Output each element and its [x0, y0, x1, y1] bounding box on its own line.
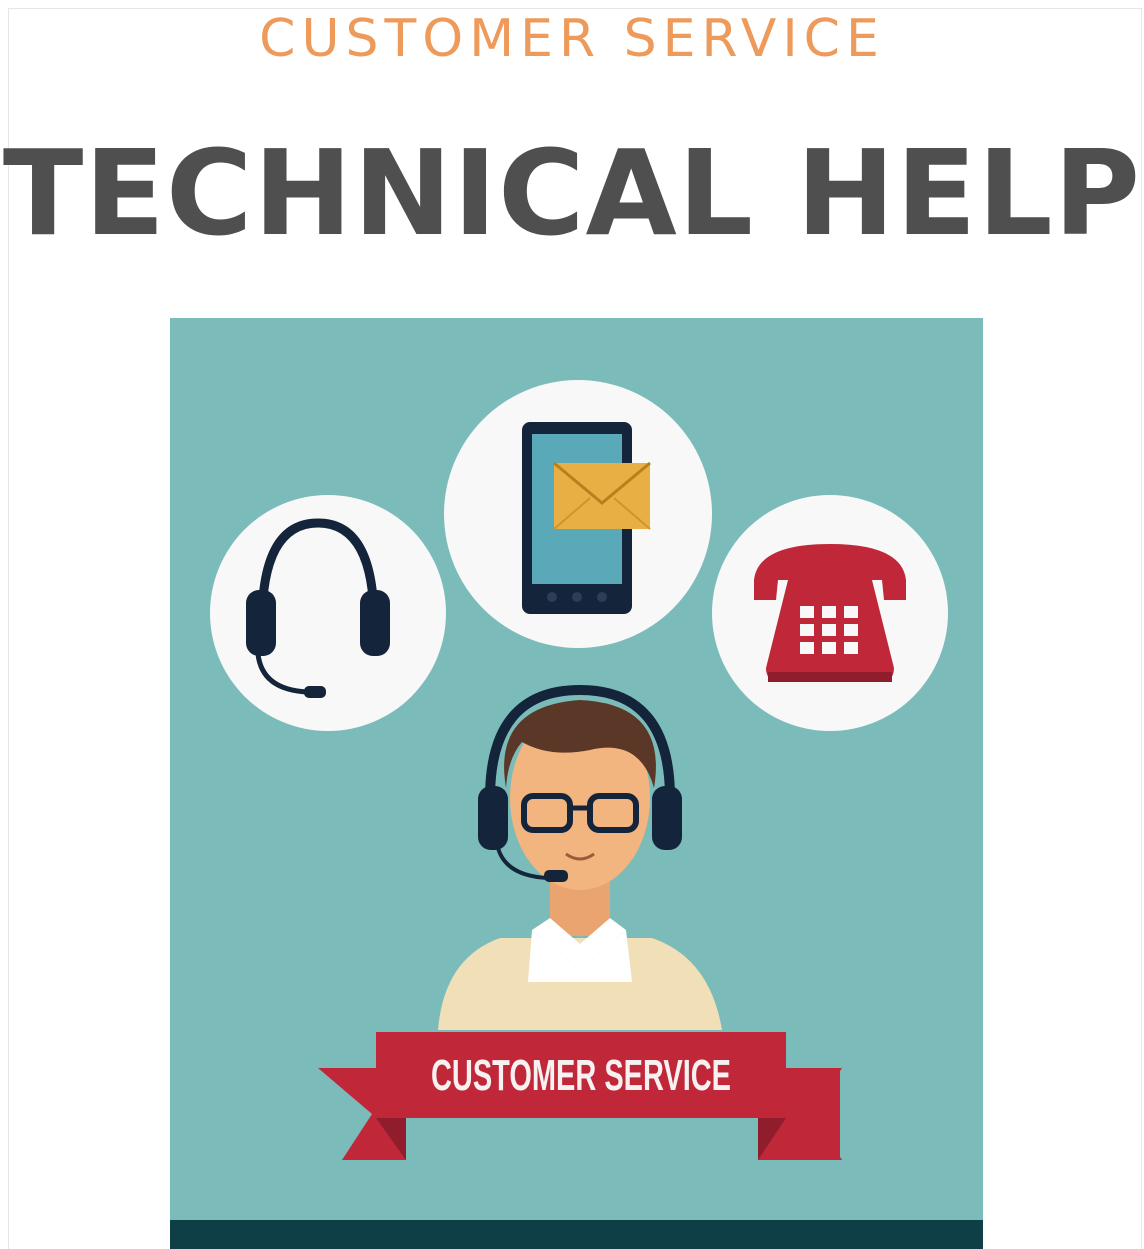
- page-subtitle: CUSTOMER SERVICE: [259, 9, 885, 69]
- telephone-icon: [712, 495, 948, 731]
- bottom-bar: [170, 1220, 983, 1249]
- page-title: TECHNICAL HELP: [2, 124, 1142, 262]
- banner-label: CUSTOMER SERVICE: [431, 1051, 731, 1100]
- headset-icon: [210, 495, 446, 731]
- smartphone-mail-icon: [444, 380, 712, 648]
- customer-service-illustration: CUSTOMER SERVICE: [170, 318, 983, 1249]
